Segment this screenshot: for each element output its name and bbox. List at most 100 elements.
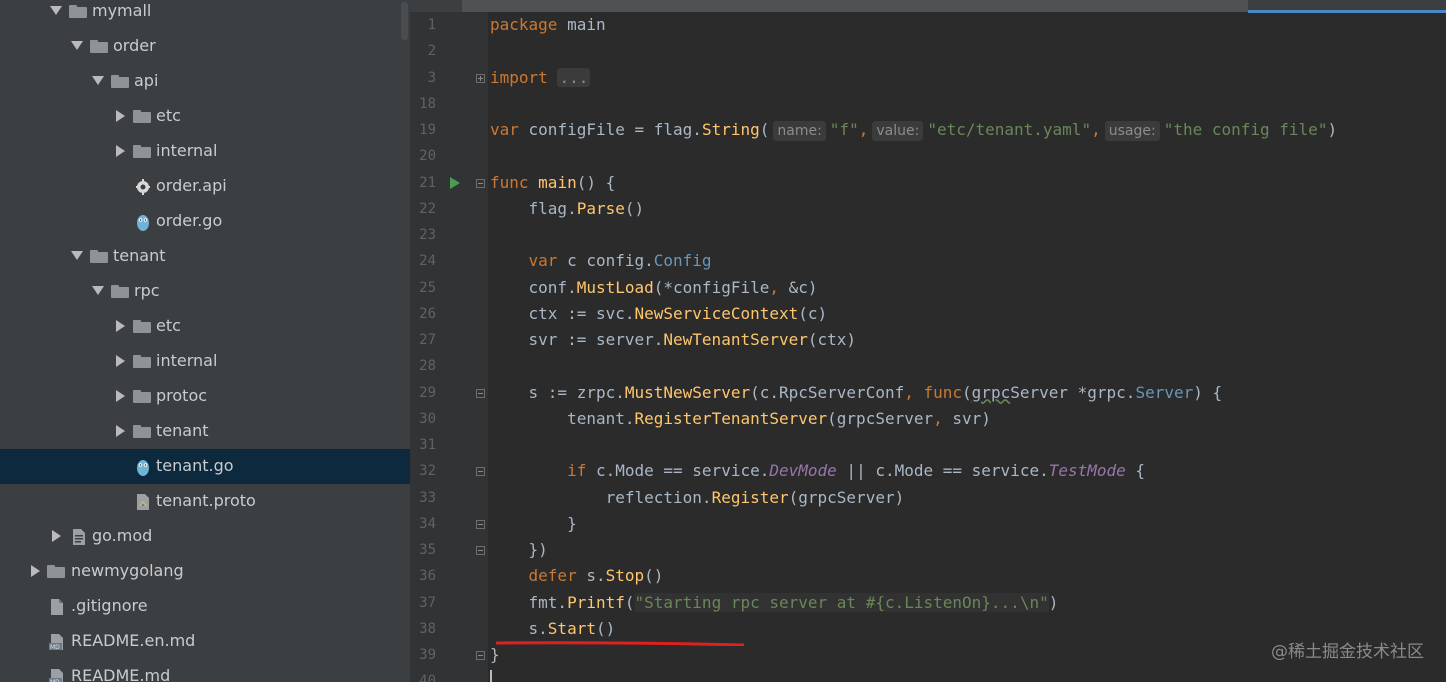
tree-item-order[interactable]: order <box>0 29 410 64</box>
collapse-fold-icon[interactable] <box>476 546 485 555</box>
expand-arrow-icon[interactable] <box>52 530 61 542</box>
tree-item-readme-md[interactable]: MD README.md <box>0 659 410 682</box>
expand-arrow-icon[interactable] <box>116 390 125 402</box>
collapse-fold-icon[interactable] <box>476 178 485 188</box>
code-editor[interactable]: 1 2 3 18 19 20 21 22 23 24 25 26 27 28 29 30 31 32 33 34 35 3… <box>410 0 1446 682</box>
run-icon[interactable] <box>450 176 460 189</box>
tree-item-tenant[interactable]: tenant <box>0 414 410 449</box>
collapse-arrow-icon[interactable] <box>50 6 62 15</box>
collapse-fold-icon[interactable] <box>476 651 485 660</box>
line-number: 24 <box>419 253 436 270</box>
collapse-arrow-icon[interactable] <box>71 251 83 260</box>
code-token: () <box>595 618 616 638</box>
code-token: TestMode <box>1048 461 1126 481</box>
line-number: 25 <box>419 279 436 296</box>
tree-item-label: order.go <box>156 211 223 230</box>
tree-item-go-mod[interactable]: go.mod <box>0 519 410 554</box>
tree-item-etc[interactable]: etc <box>0 99 410 134</box>
collapse-arrow-icon[interactable] <box>92 76 104 85</box>
tree-item-tenant-go[interactable]: tenant.go <box>0 449 410 484</box>
line-number: 36 <box>419 568 436 585</box>
line-number: 35 <box>419 542 436 558</box>
code-token: Config <box>653 251 712 271</box>
folder-icon <box>111 75 129 88</box>
code-token: Server *grpc. <box>1010 382 1136 402</box>
tree-item-order-go[interactable]: order.go <box>0 204 410 239</box>
tree-item-label: newmygolang <box>71 561 184 580</box>
code-line: package main <box>490 12 606 38</box>
expand-arrow-icon[interactable] <box>116 110 125 122</box>
code-token: (c.RpcServerConf <box>750 382 905 402</box>
collapse-fold-icon[interactable] <box>476 388 485 398</box>
folder-icon <box>133 390 151 403</box>
tree-item-newmygolang[interactable]: newmygolang <box>0 554 410 589</box>
code-token: "etc/tenant.yaml" <box>927 120 1092 139</box>
tree-item-order-api[interactable]: order.api <box>0 169 410 204</box>
code-token: } <box>490 645 500 664</box>
editor-tab[interactable] <box>462 0 1248 12</box>
line-number: 39 <box>419 647 436 663</box>
tree-item-label: api <box>134 71 159 90</box>
code-token: flag. <box>490 198 577 218</box>
folder-icon <box>69 5 87 18</box>
collapse-arrow-icon[interactable] <box>92 286 104 295</box>
tree-item-label: tenant.go <box>156 456 234 475</box>
code-line: var c config.Config <box>490 248 712 274</box>
tree-item-tenant[interactable]: tenant <box>0 239 410 274</box>
parameter-hint: value: <box>872 121 924 141</box>
code-token: Server <box>1135 382 1194 402</box>
tree-item-gitignore[interactable]: .gitignore <box>0 589 410 624</box>
code-line: import ... <box>490 65 591 91</box>
tree-item-label: etc <box>156 316 181 335</box>
code-token: ( <box>759 120 770 139</box>
code-token: || c.Mode == service. <box>836 461 1049 481</box>
expand-arrow-icon[interactable] <box>116 355 125 367</box>
tree-item-protoc[interactable]: protoc <box>0 379 410 414</box>
expand-arrow-icon[interactable] <box>116 425 125 437</box>
code-token: }) <box>490 540 548 559</box>
tree-item-readme-en-md[interactable]: MD README.en.md <box>0 624 410 659</box>
tree-item-internal[interactable]: internal <box>0 134 410 169</box>
expand-arrow-icon[interactable] <box>116 320 125 332</box>
tree-item-label: tenant.proto <box>156 491 256 510</box>
code-token: ) <box>1048 592 1059 612</box>
tree-item-internal[interactable]: internal <box>0 344 410 379</box>
watermark-text: @稀土掘金技术社区 <box>1271 642 1424 662</box>
tree-item-mymall[interactable]: mymall <box>0 0 410 29</box>
tree-item-rpc[interactable]: rpc <box>0 274 410 309</box>
code-token: { <box>1125 461 1146 481</box>
tree-item-tenant-proto[interactable]: tenant.proto <box>0 484 410 519</box>
folded-code-placeholder[interactable]: ... <box>557 67 591 87</box>
expand-fold-icon[interactable] <box>476 73 485 83</box>
parameter-hint: name: <box>773 121 826 141</box>
tree-item-label: .gitignore <box>71 596 148 615</box>
go-file-icon <box>137 460 149 476</box>
code-token: svr := server. <box>490 330 664 349</box>
collapse-fold-icon[interactable] <box>476 467 485 477</box>
line-number: 19 <box>419 122 436 138</box>
folder-icon <box>133 110 151 123</box>
collapse-fold-icon[interactable] <box>476 519 485 529</box>
tree-item-label: order.api <box>156 176 227 195</box>
code-line: ctx := svc.NewServiceContext(c) <box>490 301 828 327</box>
code-token: Stop <box>605 566 645 586</box>
tree-item-etc[interactable]: etc <box>0 309 410 344</box>
code-line: } <box>490 511 577 537</box>
code-token: () <box>624 198 645 218</box>
folder-icon <box>133 425 151 438</box>
code-line: var configFile = flag.String(name: "f", va… <box>490 117 1337 143</box>
expand-arrow-icon[interactable] <box>116 145 125 157</box>
tree-item-api[interactable]: api <box>0 64 410 99</box>
code-token: package <box>490 15 558 34</box>
code-token: var <box>490 120 519 139</box>
expand-arrow-icon[interactable] <box>31 565 40 577</box>
collapse-arrow-icon[interactable] <box>71 41 83 50</box>
svg-text:MD: MD <box>50 644 60 651</box>
code-token: c config. <box>557 251 654 271</box>
code-token: defer <box>528 566 577 586</box>
code-token: (grpcServer) <box>788 487 905 507</box>
code-token: import <box>490 67 548 87</box>
code-line: s.Start() <box>490 616 616 642</box>
